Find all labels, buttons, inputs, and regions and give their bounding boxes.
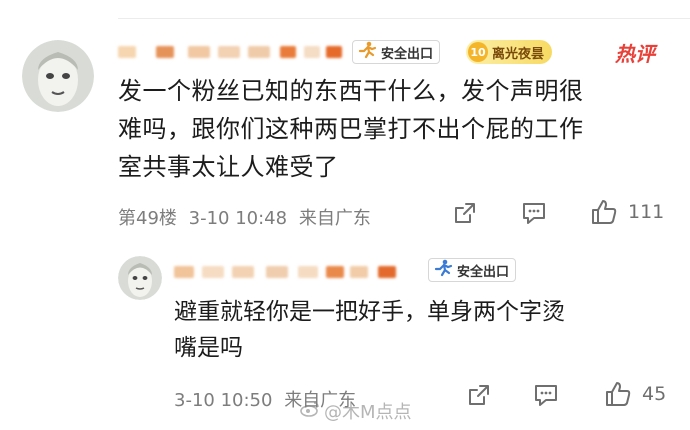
share-icon	[452, 200, 478, 226]
safe-exit-label: 安全出口	[457, 264, 510, 280]
reply-button[interactable]	[520, 200, 548, 226]
thumbs-up-icon	[590, 198, 618, 226]
comment-icon	[520, 200, 548, 226]
comment-line: 发一个粉丝已知的东西干什么，发个声明很	[118, 77, 584, 105]
commenter-name-blurred[interactable]	[118, 42, 343, 62]
reply-like-button[interactable]: 45	[604, 380, 666, 408]
replier-name-blurred[interactable]	[174, 262, 414, 282]
comment-body: 发一个粉丝已知的东西干什么，发个声明很 难吗，跟你们这种两巴掌打不出个屁的工作 …	[118, 72, 678, 186]
like-count: 111	[628, 201, 665, 223]
weibo-logo-icon	[300, 401, 320, 422]
fan-level-label: 离光夜昙	[492, 46, 545, 62]
floor-number: 第49楼	[118, 208, 177, 229]
comment-icon	[532, 382, 560, 408]
reply-line: 嘴是吗	[174, 335, 243, 361]
safe-exit-badge[interactable]: 安全出口	[352, 40, 441, 64]
comment-meta: 第49楼 3-10 10:48 来自广东	[118, 204, 371, 230]
fan-level-badge[interactable]: 10 离光夜昙	[466, 40, 553, 64]
watermark-text: @木M点点	[324, 402, 412, 423]
running-man-icon	[433, 259, 453, 281]
reply-line: 避重就轻你是一把好手，单身两个字烫	[174, 299, 565, 325]
reply-share-button[interactable]	[466, 382, 492, 408]
commenter-avatar[interactable]	[22, 40, 94, 112]
reply-time: 3-10 10:50	[174, 390, 273, 411]
comment-line: 难吗，跟你们这种两巴掌打不出个屁的工作	[118, 115, 584, 143]
comment-line: 室共事太让人难受了	[118, 153, 339, 181]
replier-avatar[interactable]	[118, 256, 162, 300]
like-button[interactable]: 111	[590, 198, 664, 226]
reply-reply-button[interactable]	[532, 382, 560, 408]
reply-body: 避重就轻你是一把好手，单身两个字烫 嘴是吗	[174, 294, 674, 366]
thumbs-up-icon	[604, 380, 632, 408]
comment-location: 来自广东	[298, 208, 371, 229]
top-divider	[118, 18, 690, 19]
like-count: 45	[642, 383, 667, 405]
running-man-icon	[357, 41, 377, 63]
safe-exit-label: 安全出口	[381, 46, 434, 62]
safe-exit-badge[interactable]: 安全出口	[428, 258, 517, 282]
share-icon	[466, 382, 492, 408]
watermark: @木M点点	[300, 398, 412, 424]
hot-comment-tag: 热评	[615, 42, 655, 66]
comment-time: 3-10 10:48	[188, 208, 288, 229]
fan-level-number: 10	[468, 42, 488, 62]
share-button[interactable]	[452, 200, 478, 226]
